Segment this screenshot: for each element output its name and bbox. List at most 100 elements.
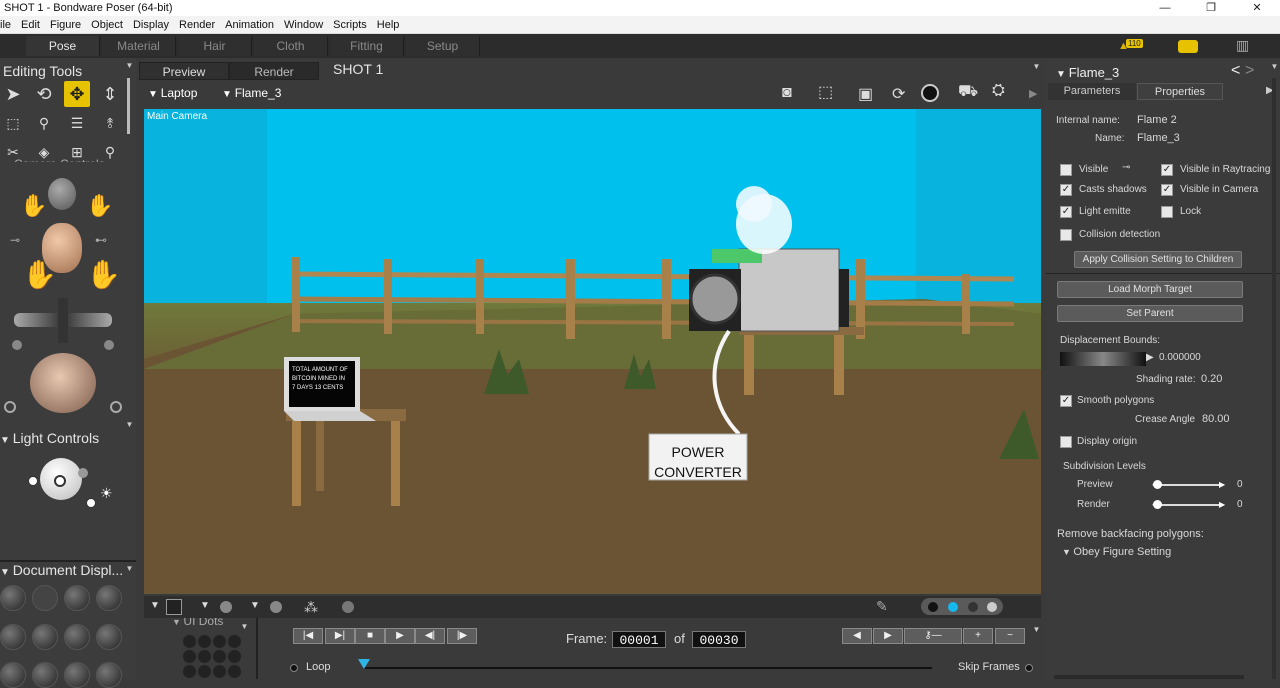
select-tool-icon[interactable]: ➤ (0, 81, 26, 107)
apply-collision-button[interactable]: Apply Collision Setting to Children (1074, 251, 1242, 268)
pencil-icon[interactable]: ✎ (876, 598, 888, 615)
room-tab-fitting[interactable]: Fitting (330, 36, 404, 56)
editing-tools-scrollbar[interactable] (127, 78, 130, 134)
name-value[interactable]: Flame_3 (1137, 132, 1180, 144)
room-tab-cloth[interactable]: Cloth (254, 36, 328, 56)
room-tab-material[interactable]: Material (102, 36, 176, 56)
3d-viewport[interactable]: Main Camera TOTAL AMOUNT OF BITCOIN MINE… (144, 109, 1041, 594)
trackball-icon[interactable] (30, 353, 96, 413)
twist-tool-icon[interactable]: ⚲ (31, 110, 57, 136)
minimize-button[interactable]: — (1142, 0, 1188, 16)
first-frame-button[interactable]: |◀ (293, 628, 323, 644)
camera-group-icon[interactable]: ⛭ (992, 82, 1005, 100)
display-origin-checkbox[interactable] (1060, 436, 1072, 448)
face-camera-icon[interactable] (48, 178, 76, 210)
translate-in-out-tool-icon[interactable]: ⇕ (97, 81, 123, 107)
cartoon-style-icon[interactable] (96, 624, 122, 650)
crease-angle-value[interactable]: 80.00 (1202, 413, 1230, 425)
camera-right-knob-icon[interactable] (104, 340, 114, 350)
subdiv-preview-value[interactable]: 0 (1237, 479, 1243, 490)
room-tab-setup[interactable]: Setup (406, 36, 480, 56)
camera-plane-icon[interactable] (4, 401, 16, 413)
camera-snapshot-icon[interactable]: ◙ (782, 84, 792, 102)
element-style-icon[interactable] (270, 601, 282, 613)
light-sun-icon[interactable]: ☀ (100, 485, 113, 502)
editing-tools-collapse-icon[interactable]: ▼ (125, 61, 134, 70)
displacement-value[interactable]: 0.000000 (1159, 352, 1201, 363)
prev-actor-icon[interactable]: < (1231, 62, 1240, 80)
light-controls-header[interactable]: ▼ Light Controls (0, 430, 99, 446)
preview-sphere-icon[interactable] (342, 601, 354, 613)
properties-header[interactable]: ▼ Flame_3 (1056, 65, 1119, 80)
light-3-icon[interactable] (78, 468, 88, 478)
tab-render[interactable]: Render (229, 62, 319, 80)
menu-display[interactable]: Display (128, 16, 174, 33)
chain-break-tool-icon[interactable]: ⥉ (97, 110, 123, 136)
move-xz-icon[interactable]: ⊸ (10, 233, 20, 247)
displacement-dial[interactable] (1060, 352, 1146, 366)
texture-shaded-style-icon[interactable] (32, 662, 58, 688)
menu-figure[interactable]: Figure (45, 16, 86, 33)
translate-tool-icon[interactable]: ✥ (64, 81, 90, 107)
toolbar-more-icon[interactable]: ▶ (1029, 87, 1037, 100)
menu-animation[interactable]: Animation (220, 16, 279, 33)
figure-style-dropdown-icon[interactable]: ▼ (200, 600, 210, 611)
silhouette-style-icon[interactable] (0, 585, 26, 611)
skip-frames-radio[interactable] (1025, 664, 1033, 672)
next-keyframe-button[interactable]: |▶ (447, 628, 477, 644)
light-indicator-icon[interactable] (54, 475, 66, 487)
lock-checkbox[interactable] (1161, 206, 1173, 218)
display-style-dropdown-icon[interactable]: ▼ (150, 600, 160, 611)
ui-dots-header[interactable]: ▼ UI Dots (172, 618, 223, 630)
camera-walk-icon[interactable]: ⛟ (958, 82, 978, 102)
left-hand-camera-icon[interactable]: ✋ (20, 193, 47, 219)
bg-color-blue-icon[interactable] (948, 602, 958, 612)
menu-render[interactable]: Render (174, 16, 220, 33)
shaded-style-icon[interactable] (0, 662, 26, 688)
total-frames-input[interactable]: 00030 (692, 631, 746, 648)
render-slider-knob[interactable] (1153, 500, 1162, 509)
camera-left-knob-icon[interactable] (12, 340, 22, 350)
lit-wireframe-style-icon[interactable] (0, 624, 26, 650)
shading-rate-value[interactable]: 0.20 (1201, 373, 1222, 385)
element-style-dropdown-icon[interactable]: ▼ (250, 600, 260, 611)
preview-slider-knob[interactable] (1153, 480, 1162, 489)
menu-object[interactable]: Object (86, 16, 128, 33)
flat-lined-style-icon[interactable] (64, 624, 90, 650)
menu-window[interactable]: Window (279, 16, 328, 33)
light-panel-collapse-icon[interactable]: ▼ (125, 420, 134, 429)
hidden-line-style-icon[interactable] (96, 585, 122, 611)
figure-select[interactable]: ▼ Laptop (148, 86, 197, 100)
camera-dotted-icon[interactable]: ⬚ (818, 82, 833, 102)
next-actor-icon[interactable]: > (1245, 62, 1254, 80)
ui-dots-grid[interactable] (182, 634, 242, 679)
right-hand-camera-icon[interactable]: ✋ (86, 193, 113, 219)
visible-camera-checkbox[interactable]: ✓ (1161, 184, 1173, 196)
timeline-track[interactable] (364, 667, 932, 669)
trackball-axis-icon[interactable] (58, 298, 68, 343)
room-tab-hair[interactable]: Hair (178, 36, 252, 56)
play-button[interactable]: ▶ (385, 628, 415, 644)
shadow-dots-icon[interactable]: ⁂ (304, 599, 318, 616)
load-morph-target-button[interactable]: Load Morph Target (1057, 281, 1243, 298)
current-frame-input[interactable]: 00001 (612, 631, 666, 648)
wireframe-style-icon[interactable] (64, 585, 90, 611)
preview-slider-track[interactable] (1154, 484, 1222, 486)
left-hand-icon[interactable]: ✋ (22, 258, 57, 291)
light-2-icon[interactable] (28, 476, 38, 486)
flat-shaded-style-icon[interactable] (32, 624, 58, 650)
render-slider-track[interactable] (1154, 504, 1222, 506)
actor-select[interactable]: ▼ Flame_3 (222, 86, 281, 100)
menu-scripts[interactable]: Scripts (328, 16, 372, 33)
figure-style-icon[interactable] (220, 601, 232, 613)
menu-edit[interactable]: Edit (16, 16, 45, 33)
loop-radio[interactable] (290, 664, 298, 672)
playback-menu-icon[interactable]: ▼ (1032, 625, 1041, 634)
light-4-icon[interactable] (86, 498, 96, 508)
outline-style-icon[interactable] (32, 585, 58, 611)
prev-frame-button[interactable]: ◀ (842, 628, 872, 644)
light-emitter-checkbox[interactable]: ✓ (1060, 206, 1072, 218)
document-panel-collapse-icon[interactable]: ▼ (125, 564, 134, 573)
maximize-button[interactable]: ❐ (1188, 0, 1234, 16)
subdiv-render-value[interactable]: 0 (1237, 499, 1243, 510)
